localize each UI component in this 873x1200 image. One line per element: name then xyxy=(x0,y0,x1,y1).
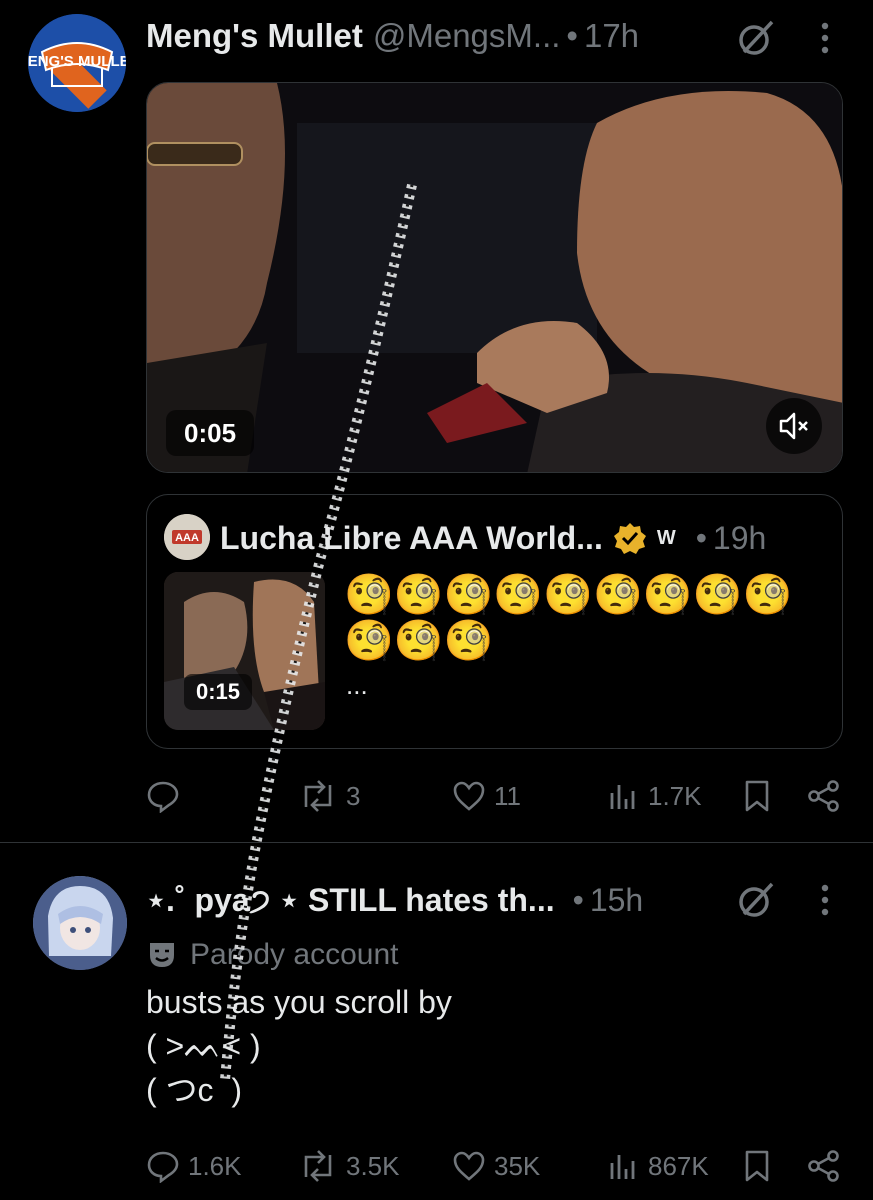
verified-badge-icon xyxy=(613,523,646,554)
views-count: 867K xyxy=(648,1150,709,1181)
tweet-text: busts as you scroll by ( >ᨓ< ) ( つc ) xyxy=(146,984,452,1108)
tweet-actions: 3 11 1.7K xyxy=(146,770,843,822)
more-options-icon[interactable] xyxy=(812,18,838,58)
quote-header: Lucha Libre AAA World... W • 19h xyxy=(220,514,766,562)
parody-account-label: Parody account xyxy=(146,934,398,976)
tweet-header: Meng's Mullet @MengsM... • 17h xyxy=(146,14,639,58)
views-button[interactable]: 867K xyxy=(606,1140,709,1192)
quote-truncated-ellipsis: ... xyxy=(346,670,368,700)
retweet-button[interactable]: 3.5K xyxy=(298,1140,400,1192)
tweet-header: ⋆.˚ pya੭ ⋆ STILL hates th... • 15h xyxy=(146,876,643,924)
svg-text:MENG'S MULLET: MENG'S MULLET xyxy=(28,53,126,70)
mute-icon[interactable] xyxy=(766,398,822,454)
like-button[interactable]: 35K xyxy=(452,1140,540,1192)
reply-button[interactable]: 1.6K xyxy=(146,1140,242,1192)
share-icon[interactable] xyxy=(806,1140,842,1192)
separator-dot: • xyxy=(572,881,584,918)
timestamp[interactable]: 17h xyxy=(584,17,639,55)
like-count: 35K xyxy=(494,1150,541,1181)
quote-avatar[interactable]: AAA xyxy=(164,514,210,560)
grok-icon[interactable] xyxy=(736,880,776,920)
avatar[interactable]: MENG'S MULLET xyxy=(28,14,126,112)
more-options-icon[interactable] xyxy=(812,880,838,920)
tweet-divider xyxy=(0,842,873,843)
retweet-count: 3.5K xyxy=(346,1150,400,1181)
retweet-button[interactable]: 3 xyxy=(298,770,360,822)
quote-timestamp[interactable]: 19h xyxy=(713,520,766,557)
retweet-count: 3 xyxy=(346,780,361,811)
separator-dot: • xyxy=(695,519,707,556)
svg-text:AAA: AAA xyxy=(175,532,199,544)
parody-label-text: Parody account xyxy=(190,938,399,971)
like-count: 11 xyxy=(494,780,521,811)
avatar[interactable] xyxy=(33,876,127,970)
wwe-affiliate-badge[interactable]: W xyxy=(657,527,676,550)
quote-video-duration: 0:15 xyxy=(184,674,253,710)
bookmark-icon[interactable] xyxy=(740,1140,774,1192)
display-name[interactable]: Meng's Mullet xyxy=(146,17,363,55)
quote-text: 🧐🧐🧐🧐🧐🧐🧐🧐🧐🧐🧐🧐 xyxy=(344,573,793,663)
display-name[interactable]: ⋆.˚ pya੭ ⋆ STILL hates th... xyxy=(146,881,555,920)
reply-count: 1.6K xyxy=(188,1150,242,1181)
timestamp[interactable]: 15h xyxy=(590,882,643,919)
tweet-actions: 1.6K 3.5K 35K 867K xyxy=(146,1140,843,1192)
grok-icon[interactable] xyxy=(736,18,776,58)
theater-mask-icon xyxy=(150,943,174,967)
reply-button[interactable] xyxy=(146,770,188,822)
separator-dot: • xyxy=(566,17,578,54)
handle[interactable]: @MengsM... xyxy=(373,17,561,55)
quote-display-name[interactable]: Lucha Libre AAA World... xyxy=(220,520,603,557)
bookmark-icon[interactable] xyxy=(740,770,774,822)
views-button[interactable]: 1.7K xyxy=(606,770,702,822)
share-icon[interactable] xyxy=(806,770,842,822)
views-count: 1.7K xyxy=(648,780,702,811)
like-button[interactable]: 11 xyxy=(452,770,521,822)
video-duration: 0:05 xyxy=(166,410,255,456)
